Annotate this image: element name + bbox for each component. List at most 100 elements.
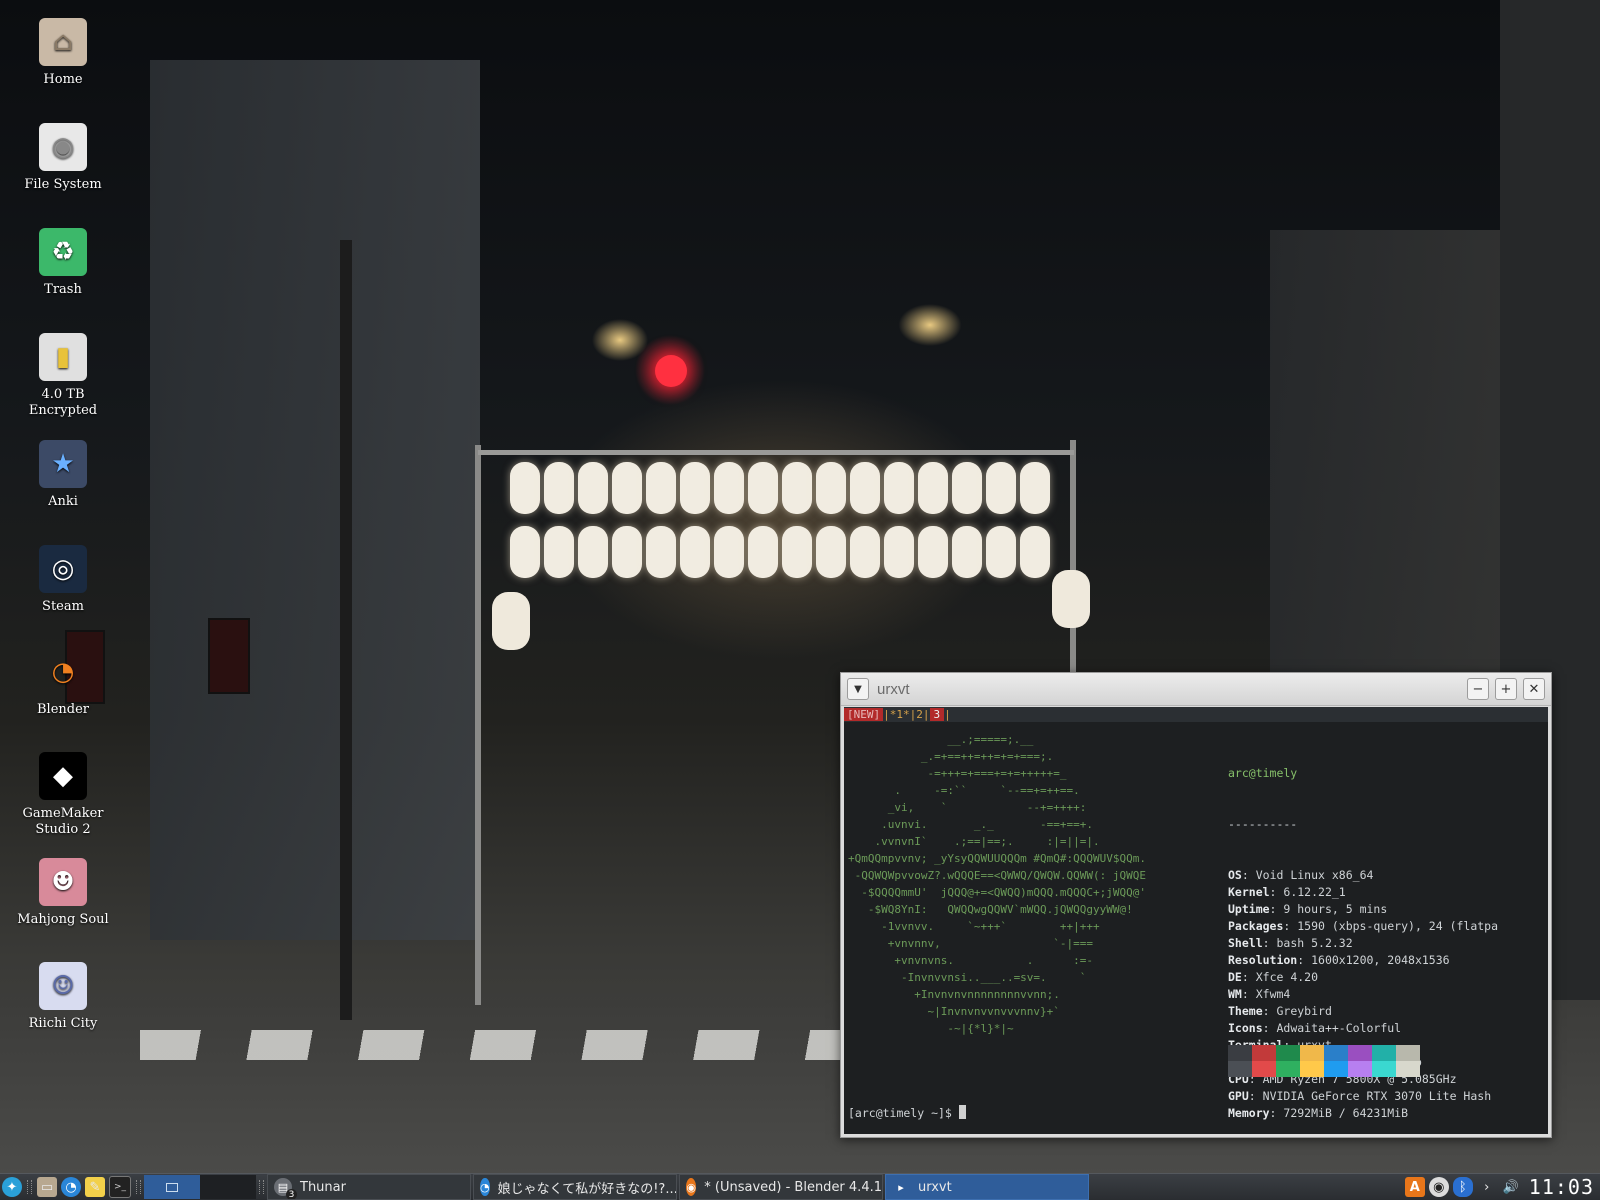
desktop-icon-label: Blender xyxy=(36,702,89,717)
fetch-row: WM: Xfwm4 xyxy=(1228,986,1498,1003)
minimize-icon[interactable]: − xyxy=(1467,678,1489,700)
window-preview-icon xyxy=(166,1182,178,1192)
taskbar-button[interactable]: ◉ * (Unsaved) - Blender 4.4.1 xyxy=(679,1174,883,1200)
ascii-line: .uvnvi. _._ -==+==+. xyxy=(848,818,1094,831)
whisker-menu-icon[interactable]: ✦ xyxy=(2,1177,22,1197)
shell-prompt[interactable]: [arc@timely ~]$ xyxy=(848,1105,966,1120)
fetch-divider: ---------- xyxy=(1228,817,1298,831)
palette-swatch xyxy=(1324,1045,1348,1061)
browser-icon[interactable]: ◔ xyxy=(61,1177,81,1197)
fetch-value: 1600x1200, 2048x1536 xyxy=(1311,953,1450,967)
terminal-output[interactable]: [NEW] |*1*| 2 | 3 | __.;=====;.__ _.=+==… xyxy=(844,707,1548,1134)
ascii-line: +vnvnvns. . :=- xyxy=(848,954,1094,967)
riichi-city-icon: ☺ xyxy=(39,962,87,1010)
palette-swatch xyxy=(1372,1061,1396,1077)
fetch-value: Xfce 4.20 xyxy=(1255,970,1319,984)
terminal-icon: ▸ xyxy=(892,1178,910,1196)
bluetooth-icon[interactable]: ᛒ xyxy=(1452,1177,1473,1197)
terminal-titlebar[interactable]: ▼ urxvt − + ✕ xyxy=(841,673,1551,706)
fetch-value: bash 5.2.32 xyxy=(1276,936,1353,950)
palette-swatch xyxy=(1276,1045,1300,1061)
fetch-row: Theme: Greybird xyxy=(1228,1003,1498,1020)
palette-swatch xyxy=(1396,1045,1420,1061)
desktop-icon[interactable]: ▮ 4.0 TB Encrypted xyxy=(8,333,118,419)
close-icon[interactable]: ✕ xyxy=(1523,678,1545,700)
ascii-line: -Invnvvnsi..___..=sv=. ` xyxy=(848,971,1087,984)
window-menu-icon[interactable]: ▼ xyxy=(847,678,869,700)
desktop-icon[interactable]: ★ Anki xyxy=(8,440,118,510)
terminal-icon[interactable]: >_ xyxy=(109,1176,131,1198)
browser-icon: ◔ xyxy=(480,1178,490,1196)
encrypted-drive-icon: ▮ xyxy=(39,333,87,381)
ascii-line: -$WQ8YnI: QWQQwgQQWV`mWQQ.jQWQQgyyWW@! xyxy=(848,903,1133,916)
file-manager-icon[interactable]: ▭ xyxy=(37,1177,57,1197)
desktop-icon-label: 4.0 TB Encrypted xyxy=(28,387,98,418)
lanterns-lower xyxy=(510,526,1050,578)
hanging-lantern-left xyxy=(492,592,530,650)
fetch-row: OS: Void Linux x86_64 xyxy=(1228,867,1498,884)
fetch-value: Xfwm4 xyxy=(1255,987,1291,1001)
ascii-line: +Invnvnvnnnnnnnnvvnn;. xyxy=(848,988,1060,1001)
input-method-icon[interactable]: A xyxy=(1404,1177,1425,1197)
palette-swatch xyxy=(1396,1061,1420,1077)
palette-swatch xyxy=(1300,1045,1324,1061)
desktop-icon[interactable]: ⌂ Home xyxy=(8,18,118,88)
tab-new[interactable]: [NEW] xyxy=(844,708,884,721)
ascii-line: _.=+==++=++=+=+===;. xyxy=(848,750,1054,763)
building-left xyxy=(150,60,480,940)
maximize-icon[interactable]: + xyxy=(1495,678,1517,700)
fetch-colon: : xyxy=(1262,1021,1277,1035)
desktop-icon[interactable]: ◉ File System xyxy=(8,123,118,193)
tab-1[interactable]: |*1*| xyxy=(883,708,916,721)
taskbar-button[interactable]: ◔ 娘じゃなくて私が好きなの!?... xyxy=(473,1174,677,1200)
workspace-2[interactable] xyxy=(200,1175,256,1199)
chevron-right-icon[interactable]: › xyxy=(1477,1177,1497,1197)
fetch-value: 7292MiB / 64231MiB xyxy=(1283,1106,1409,1120)
taskbar-button[interactable]: ▤ 3 Thunar xyxy=(267,1174,471,1200)
desktop-icon[interactable]: ◎ Steam xyxy=(8,545,118,615)
ascii-line: -=+++=+===+=+=+++++=_ xyxy=(848,767,1067,780)
fetch-row: Memory: 7292MiB / 64231MiB xyxy=(1228,1105,1498,1122)
palette-swatch xyxy=(1324,1061,1348,1077)
steam-tray-icon[interactable]: ◉ xyxy=(1428,1177,1449,1197)
tab-3[interactable]: 3 xyxy=(929,708,945,721)
fetch-row: Shell: bash 5.2.32 xyxy=(1228,935,1498,952)
desktop-icon[interactable]: ◆ GameMaker Studio 2 xyxy=(8,752,118,838)
tab-end: | xyxy=(944,708,951,721)
desktop-icon-label: File System xyxy=(24,177,102,192)
prompt-text: [arc@timely ~]$ xyxy=(848,1106,959,1120)
palette-swatch xyxy=(1252,1061,1276,1077)
hanging-lantern-right xyxy=(1052,570,1090,628)
fetch-colon: : xyxy=(1283,919,1298,933)
text-cursor xyxy=(958,1105,966,1119)
ascii-line: -QQWQWpvvowZ?.wQQQE==<QWWQ/QWQW.QQWW(: j… xyxy=(848,869,1147,882)
desktop-icon[interactable]: ◔ Blender xyxy=(8,648,118,718)
fetch-user: arc@timely xyxy=(1228,766,1298,780)
fetch-key: Icons xyxy=(1228,1021,1263,1035)
taskbar-button[interactable]: ▸ urxvt xyxy=(885,1174,1089,1200)
road-crosswalk xyxy=(140,1030,840,1060)
workspace-1[interactable] xyxy=(144,1175,200,1199)
palette-swatch xyxy=(1228,1045,1252,1061)
text-editor-icon[interactable]: ✎ xyxy=(85,1177,105,1197)
clock[interactable]: 11:03 xyxy=(1529,1175,1594,1199)
terminal-window[interactable]: ▼ urxvt − + ✕ [NEW] |*1*| 2 | 3 | __.;==… xyxy=(840,672,1552,1138)
desktop-icon[interactable]: ☻ Mahjong Soul xyxy=(8,858,118,928)
desktop-icon-label: Steam xyxy=(42,599,84,614)
ascii-line: -1vvnvv. `~+++` ++|+++ xyxy=(848,920,1100,933)
desktop-icon[interactable]: ♻ Trash xyxy=(8,228,118,298)
fetch-key: OS xyxy=(1228,868,1242,882)
lantern-frame-top xyxy=(478,450,1074,455)
palette-swatch xyxy=(1252,1045,1276,1061)
window-count-badge: 3 xyxy=(286,1189,297,1199)
fetch-colon: : xyxy=(1262,1004,1277,1018)
separator xyxy=(259,1180,264,1194)
window-title: urxvt xyxy=(877,680,910,698)
palette-swatch xyxy=(1348,1061,1372,1077)
ascii-line: -~|{*l}*|~ xyxy=(848,1022,1014,1035)
desktop-icon[interactable]: ☺ Riichi City xyxy=(8,962,118,1032)
tab-2[interactable]: 2 xyxy=(916,708,923,721)
desktop-icon-label: Home xyxy=(43,72,83,87)
fetch-key: Theme xyxy=(1228,1004,1263,1018)
volume-icon[interactable]: 🔊 xyxy=(1501,1177,1521,1197)
